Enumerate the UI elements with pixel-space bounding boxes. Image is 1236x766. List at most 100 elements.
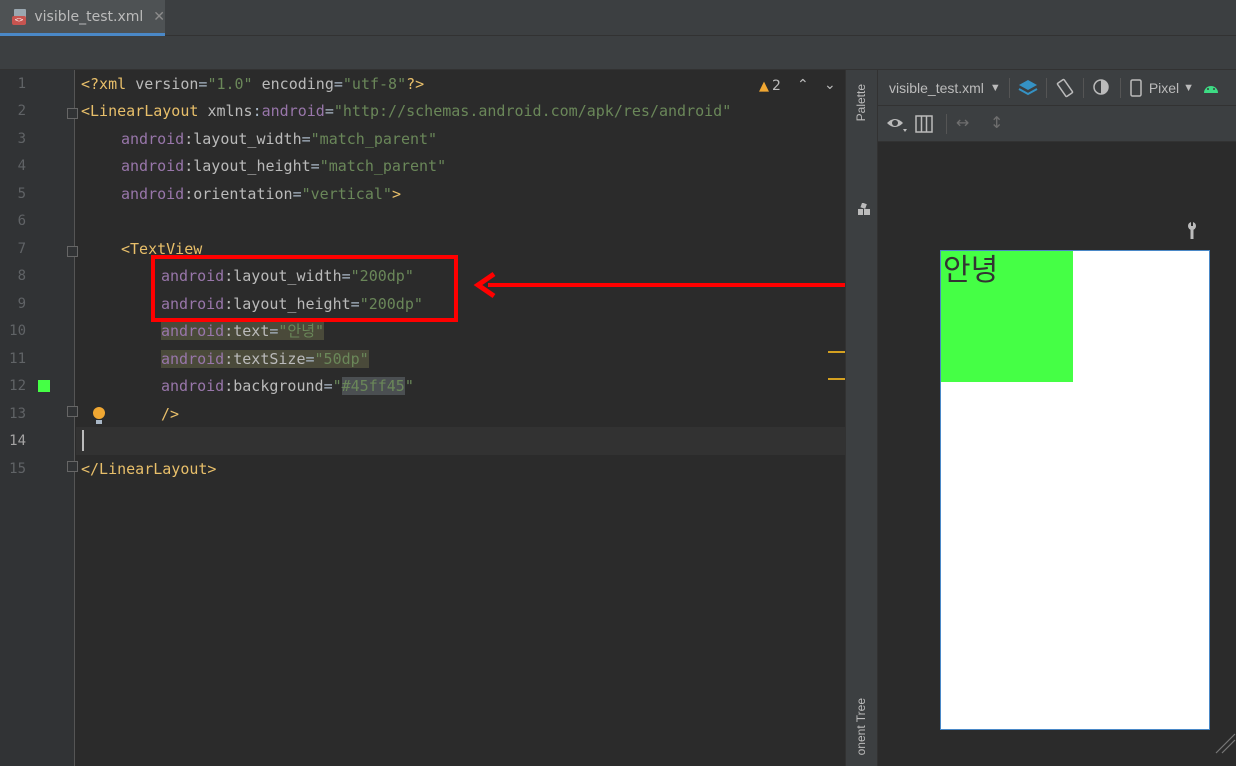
line-number-gutter: 1 2 3 4 5 6 7 8 9 10 11 12 13 14 15 [0,70,78,766]
file-select-label[interactable]: visible_test.xml [889,80,984,96]
line-number: 3 [17,131,26,147]
color-swatch-icon[interactable] [38,380,50,392]
code-editor[interactable]: 1 2 3 4 5 6 7 8 9 10 11 12 13 14 15 ▲ 2 … [0,70,845,766]
code-line-4: android:layout_height="match_parent" [121,153,446,180]
code-line-5: android:orientation="vertical"> [121,181,401,208]
code-token: :layout_height [184,157,311,175]
code-token: /> [161,405,180,423]
current-line-highlight [76,427,845,455]
code-token: :layout_width [184,130,302,148]
palette-tab[interactable]: Palette [854,84,868,121]
side-tool-strip: Palette onent Tree [845,70,878,766]
line-number: 1 [17,76,26,92]
palette-icon[interactable] [858,203,870,215]
code-token: </LinearLayout> [81,460,217,478]
code-token: <?xml [81,75,136,93]
code-token: = [324,102,334,120]
scrollbar-marker[interactable] [828,351,845,353]
code-token: "vertical" [301,185,392,203]
code-line-1: <?xml version="1.0" encoding="utf-8"?> [81,71,424,98]
design-toolbar-top: visible_test.xml ▼ Pixel ▼ [878,70,1236,106]
previous-highlight-icon[interactable]: ⌃ [797,77,809,93]
warning-count: 2 [772,78,781,94]
device-select-label[interactable]: Pixel [1149,80,1179,96]
code-token: = [301,130,311,148]
xml-file-icon: <> [12,8,28,26]
device-preview[interactable]: 안녕 [940,250,1210,730]
editor-sub-toolbar [0,36,1236,70]
code-token: = [310,157,320,175]
code-token: "http://schemas.android.com/apk/res/andr… [333,102,732,120]
code-token: = [292,185,302,203]
code-token: ?> [406,75,425,93]
code-line-15: </LinearLayout> [81,456,216,483]
chevron-down-icon[interactable]: ▼ [990,82,1001,94]
line-number: 14 [9,433,26,449]
line-number: 13 [9,406,26,422]
warning-icon: ▲ [759,78,769,94]
columns-icon[interactable] [914,114,934,134]
code-token: "match_parent" [319,157,447,175]
design-toolbar-second: ↔ ↕ [878,106,1236,142]
annotation-box-code [151,255,458,322]
wrench-icon[interactable] [1186,222,1198,240]
tab-label: visible_test.xml [34,8,144,25]
code-token: "match_parent" [310,130,438,148]
inspection-warnings[interactable]: ▲ 2 [759,78,781,94]
line-number: 5 [17,186,26,202]
phone-icon[interactable] [1129,78,1143,97]
code-token: "50dp" [314,350,369,368]
code-token: xmlns [207,102,253,120]
code-token: = [323,377,333,395]
line-number: 2 [17,103,26,119]
scrollbar-marker[interactable] [828,378,845,380]
code-token: android [261,102,325,120]
code-token: android [161,350,225,368]
textview-preview[interactable]: 안녕 [941,251,1073,382]
code-line-13: /> [161,401,179,428]
design-canvas[interactable]: 안녕 [878,142,1236,766]
code-token: #45ff45 [341,377,405,395]
fold-marker-icon[interactable] [67,461,78,472]
code-token: android [121,157,185,175]
line-number: 8 [17,268,26,284]
fold-marker-icon[interactable] [67,406,78,417]
text-caret [82,430,84,451]
editor-tab-bar: <> visible_test.xml ✕ [0,0,1236,36]
theme-icon[interactable] [1092,78,1112,98]
code-token: <LinearLayout [81,102,208,120]
line-number: 12 [9,378,26,394]
horizontal-arrows-icon[interactable]: ↔ [956,113,969,132]
fold-marker-icon[interactable] [67,108,78,119]
line-number: 11 [9,351,26,367]
chevron-down-icon[interactable]: ▼ [1183,82,1194,94]
tab-visible-test-xml[interactable]: <> visible_test.xml ✕ [0,0,165,36]
next-highlight-icon[interactable]: ⌄ [824,77,836,93]
close-icon[interactable]: ✕ [153,9,165,25]
code-token: > [391,185,401,203]
code-token: :text [224,322,270,340]
resize-handle-icon[interactable] [1214,732,1236,754]
rotate-icon[interactable] [1055,78,1075,98]
code-token: = [333,75,343,93]
code-line-10: android:text="안녕" [161,318,325,345]
fold-marker-icon[interactable] [67,246,78,257]
code-token: :textSize [224,350,306,368]
code-token: encoding [261,75,334,93]
code-token: android [161,377,225,395]
lightbulb-icon[interactable] [92,407,106,425]
android-icon[interactable] [1202,81,1220,95]
eye-icon[interactable] [886,115,908,133]
code-line-3: android:layout_width="match_parent" [121,126,437,153]
vertical-arrows-icon[interactable]: ↕ [990,113,1003,132]
code-token: "안녕" [278,322,325,340]
line-number: 10 [9,323,26,339]
component-tree-tab[interactable]: onent Tree [854,698,868,755]
code-line-2: <LinearLayout xmlns:android="http://sche… [81,98,731,125]
layers-icon[interactable] [1018,78,1038,98]
code-token: android [161,322,225,340]
code-token: version [135,75,199,93]
line-number: 4 [17,158,26,174]
code-token: "utf-8" [342,75,407,93]
